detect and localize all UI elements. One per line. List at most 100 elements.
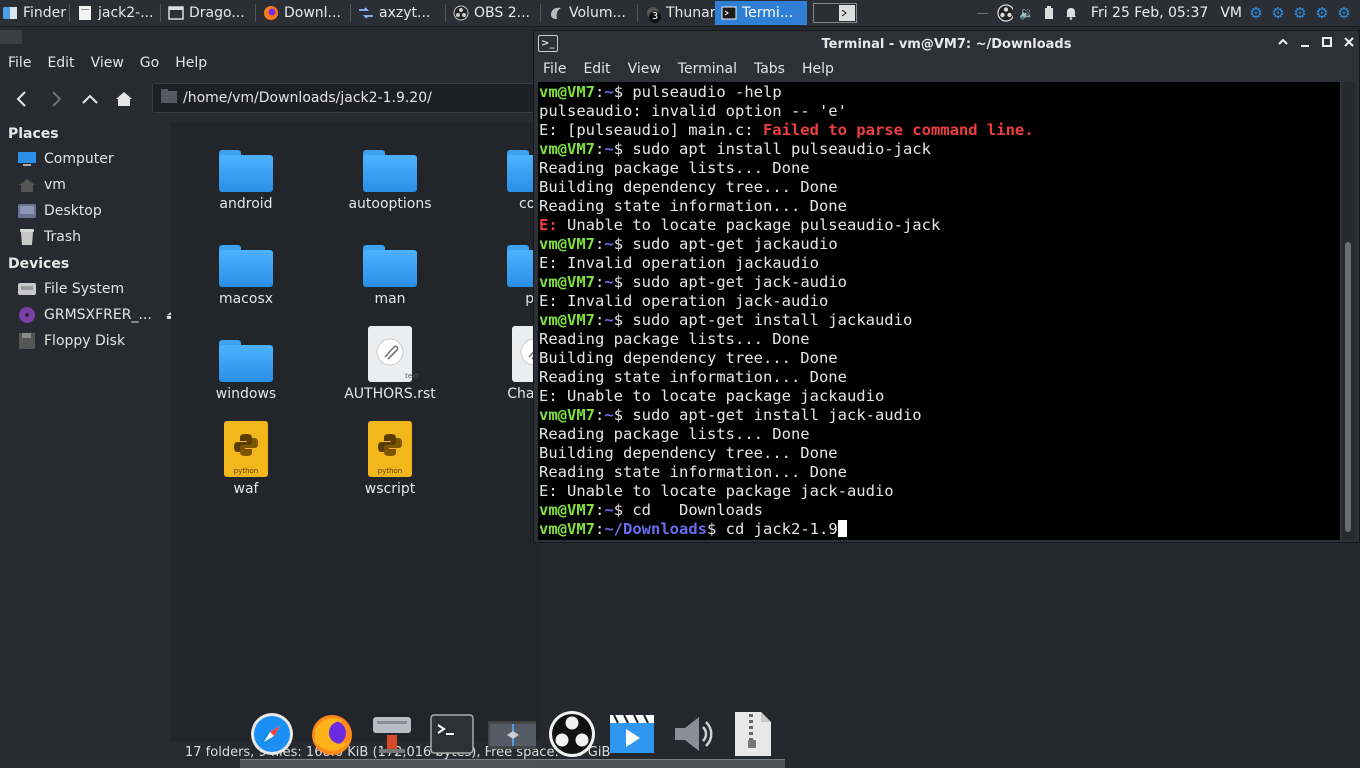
file-item-folder[interactable]: man [320, 231, 460, 307]
sidebar-item-label: vm [44, 177, 66, 193]
python-file-icon: python [224, 421, 268, 477]
file-item-folder[interactable]: android [176, 136, 316, 212]
terminal-scrollbar[interactable] [1342, 82, 1355, 539]
forward-button[interactable] [39, 84, 73, 114]
prompt-user: vm@VM7 [539, 520, 595, 538]
menu-help[interactable]: Help [167, 53, 215, 73]
speaker-tray-icon[interactable]: 🔉 [1019, 5, 1035, 21]
dock-item-safari[interactable] [248, 710, 296, 758]
menu-view[interactable]: View [619, 57, 669, 81]
gear-icon[interactable]: ⚙ [1248, 4, 1264, 22]
close-button[interactable] [1343, 36, 1355, 52]
file-item-folder[interactable]: po [464, 231, 540, 307]
gear-icon[interactable]: ⚙ [1336, 4, 1352, 22]
maximize-button[interactable] [1321, 36, 1333, 52]
file-item-folder[interactable]: autooptions [320, 136, 460, 212]
sidebar-item-vm[interactable]: vm [0, 172, 170, 198]
menu-file[interactable]: File [534, 57, 574, 81]
menu-help[interactable]: Help [793, 57, 842, 81]
clock[interactable]: Fri 25 Feb, 05:37 [1091, 5, 1208, 21]
dock-item-terminal[interactable] [428, 710, 476, 758]
file-name: AUTHORS.rst [344, 386, 436, 402]
home-button[interactable] [107, 84, 141, 114]
taskbar-separator [350, 4, 351, 22]
terminal-titlebar[interactable]: >_ Terminal - vm@VM7: ~/Downloads [534, 31, 1359, 57]
file-item-python[interactable]: python wscript [320, 416, 460, 497]
menu-tabs[interactable]: Tabs [745, 57, 793, 81]
menu-view[interactable]: View [83, 53, 132, 73]
taskbar-item-obs[interactable]: OBS 2... [447, 1, 539, 25]
location-bar[interactable]: /home/vm/Downloads/jack2-1.9.20/ [152, 83, 542, 113]
taskbar-item-axzyt[interactable]: axzyt... [352, 1, 444, 25]
gear-icon[interactable]: ⚙ [1270, 4, 1286, 22]
menu-terminal[interactable]: Terminal [669, 57, 745, 81]
terminal-line: E: Unable to locate package jack-audio [538, 482, 1340, 501]
terminal-line: pulseaudio: invalid option -- 'e' [538, 102, 1340, 121]
minimize-button[interactable] [1299, 36, 1311, 52]
home-icon [18, 177, 36, 193]
menu-edit[interactable]: Edit [574, 57, 618, 81]
sidebar-item-desktop[interactable]: Desktop [0, 198, 170, 224]
sidebar-item-floppy[interactable]: Floppy Disk [0, 328, 170, 354]
file-item-folder[interactable]: com [464, 136, 540, 212]
user-label[interactable]: VM [1220, 5, 1242, 21]
taskbar-item-drago[interactable]: Drago... [162, 1, 254, 25]
dock-item-archive[interactable] [728, 710, 776, 758]
terminal-text: Building dependency tree... Done [539, 178, 838, 196]
terminal-line: E: Unable to locate package jackaudio [538, 387, 1340, 406]
menu-file[interactable]: File [0, 53, 39, 73]
workspace-switcher[interactable] [813, 3, 857, 23]
prompt-user: vm@VM7 [539, 235, 595, 253]
menu-go[interactable]: Go [132, 53, 167, 73]
top-panel: Finder jack2-... Drago... Downl... axzyt… [0, 0, 1360, 27]
dock-item-firefox[interactable] [308, 710, 356, 758]
taskbar-label: jack2-... [98, 5, 154, 21]
obs-tray-icon[interactable] [997, 4, 1013, 22]
error-text: E: [539, 216, 558, 234]
network-tray-icon[interactable]: — [975, 5, 991, 21]
taskbar-item-downloads[interactable]: Downl... [257, 1, 349, 25]
file-item-text[interactable]: te Change [464, 321, 540, 402]
prompt-path: ~/Downloads [604, 520, 707, 538]
dock-item-speaker[interactable] [668, 710, 716, 758]
notification-bell-icon[interactable] [1063, 5, 1079, 21]
dock-item-network[interactable] [368, 710, 416, 758]
terminal-text: : [595, 273, 605, 291]
back-button[interactable] [5, 84, 39, 114]
terminal-icon [430, 714, 474, 754]
chevron-right-icon [52, 91, 62, 107]
gear-icon[interactable]: ⚙ [1292, 4, 1308, 22]
terminal-line: E: [pulseaudio] main.c: Failed to parse … [538, 121, 1340, 140]
sidebar: Places Computer vm Desktop Trash Devices… [0, 122, 177, 742]
file-item-folder[interactable]: windows [176, 326, 316, 402]
file-name: man [374, 291, 406, 307]
computer-icon [18, 151, 36, 167]
file-item-python[interactable]: python waf [176, 416, 316, 497]
taskbar-item-finder[interactable]: Finder [0, 1, 68, 25]
sidebar-item-computer[interactable]: Computer [0, 146, 170, 172]
folder-icon [219, 245, 273, 287]
sidebar-item-file-system[interactable]: File System [0, 276, 170, 302]
places-header: Places [8, 126, 59, 142]
taskbar-item-terminal[interactable]: Termi... [715, 1, 807, 25]
dock-item-video-editor[interactable] [488, 710, 536, 758]
prompt-path: ~ [604, 235, 614, 253]
sidebar-item-trash[interactable]: Trash [0, 224, 170, 250]
gear-icon[interactable]: ⚙ [1314, 4, 1330, 22]
dock-item-media-player[interactable] [608, 710, 656, 758]
file-item-text[interactable]: text AUTHORS.rst [320, 321, 460, 402]
terminal-line: Building dependency tree... Done [538, 178, 1340, 197]
shade-button[interactable] [1277, 36, 1289, 52]
scrollbar-thumb[interactable] [1345, 242, 1351, 532]
taskbar-item-thunar[interactable]: 3 Thunar [639, 1, 715, 25]
taskbar-label: Downl... [284, 5, 341, 21]
battery-tray-icon[interactable] [1041, 5, 1057, 21]
taskbar-item-jack2[interactable]: jack2-... [71, 1, 159, 25]
up-button[interactable] [73, 84, 107, 114]
menu-edit[interactable]: Edit [39, 53, 82, 73]
file-item-folder[interactable]: macosx [176, 231, 316, 307]
terminal-output[interactable]: vm@VM7:~$ pulseaudio -help pulseaudio: in… [538, 82, 1340, 540]
dock-item-obs[interactable] [548, 710, 596, 758]
taskbar-item-volume[interactable]: Volum... [542, 1, 636, 25]
sidebar-item-grmsxfrer[interactable]: GRMSXFRER_... ⏏ [0, 302, 177, 328]
